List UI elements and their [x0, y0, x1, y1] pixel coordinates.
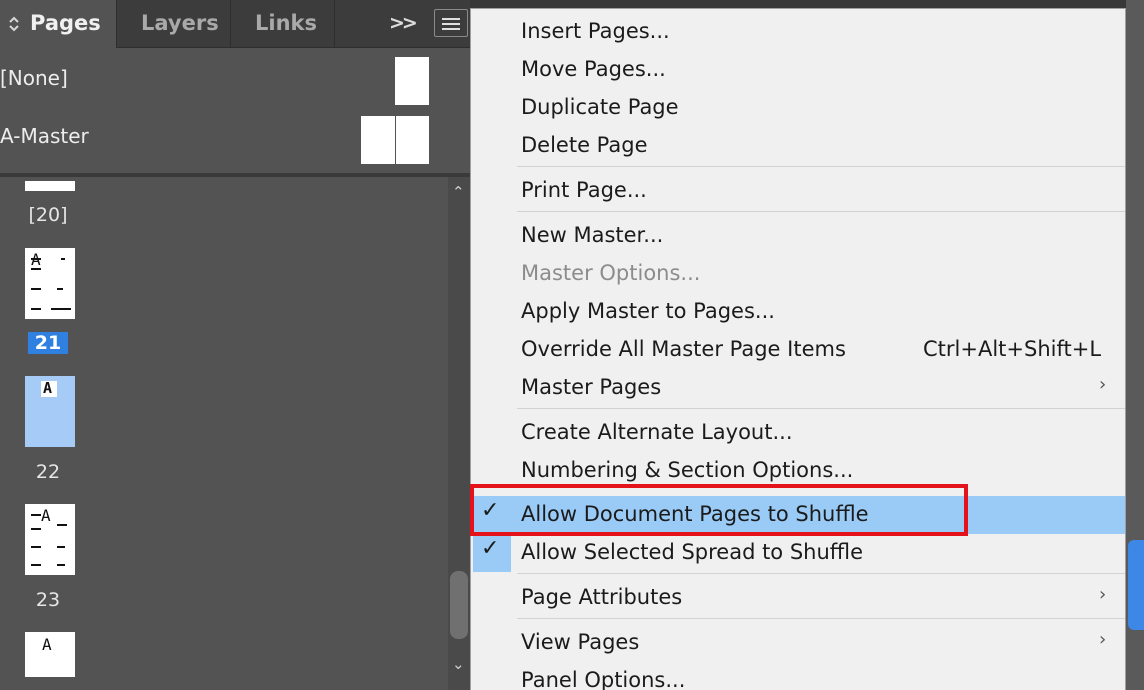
- master-a[interactable]: A-Master: [0, 124, 89, 154]
- menu-item-label: New Master...: [521, 223, 664, 247]
- page-thumbnail-20[interactable]: [25, 181, 75, 191]
- tab-pages[interactable]: Pages: [0, 0, 116, 49]
- collapse-arrows-icon[interactable]: [8, 14, 20, 34]
- menu-item-label: Numbering & Section Options...: [521, 458, 854, 482]
- menu-item-label: Duplicate Page: [521, 95, 679, 119]
- menu-item-move-pages[interactable]: Move Pages...: [471, 51, 1125, 89]
- menu-item-label: View Pages: [521, 630, 640, 654]
- menu-item-panel-options[interactable]: Panel Options...: [471, 662, 1125, 690]
- master-a-label: A-Master: [0, 124, 89, 148]
- menu-item-new-master[interactable]: New Master...: [471, 217, 1125, 255]
- menu-item-page-attributes[interactable]: Page Attributes ›: [471, 579, 1125, 617]
- menu-separator: [517, 166, 1125, 167]
- scroll-down-icon[interactable]: ⌄: [452, 655, 465, 673]
- page-23-master-letter: A: [41, 506, 51, 525]
- pages-panel: Pages Layers Links >> [None] A-Master [2…: [0, 0, 470, 690]
- page-label-21-selected: 21: [28, 332, 68, 354]
- menu-separator: [517, 408, 1125, 409]
- menu-item-label: Move Pages...: [521, 57, 666, 81]
- pages-scrollbar[interactable]: ⌃ ⌄: [448, 177, 470, 690]
- tab-layers[interactable]: Layers: [116, 0, 230, 48]
- master-a-left-thumbnail[interactable]: [361, 116, 395, 164]
- menu-item-label: Print Page...: [521, 178, 647, 202]
- menu-item-label: Master Pages: [521, 375, 662, 399]
- menu-item-label: Create Alternate Layout...: [521, 420, 793, 444]
- menu-item-override-master-items[interactable]: Override All Master Page Items Ctrl+Alt+…: [471, 331, 1125, 369]
- master-none-thumbnail[interactable]: [395, 57, 429, 105]
- scroll-up-icon[interactable]: ⌃: [452, 183, 465, 201]
- menu-item-master-pages[interactable]: Master Pages ›: [471, 369, 1125, 407]
- scroll-thumb[interactable]: [450, 571, 468, 639]
- page-thumbnail-24[interactable]: A: [25, 632, 75, 677]
- page-label-22: 22: [35, 461, 61, 483]
- menu-item-apply-master[interactable]: Apply Master to Pages...: [471, 293, 1125, 331]
- menu-item-create-alternate-layout[interactable]: Create Alternate Layout...: [471, 414, 1125, 452]
- overflow-chevrons-icon[interactable]: >>: [389, 12, 418, 34]
- checkmark-icon: ✓: [481, 536, 500, 561]
- master-none[interactable]: [None]: [0, 66, 68, 96]
- master-none-label: [None]: [0, 66, 68, 90]
- masters-section: [None] A-Master: [0, 49, 470, 173]
- menu-separator: [517, 618, 1125, 619]
- menu-separator: [517, 211, 1125, 212]
- menu-item-label: Insert Pages...: [521, 19, 670, 43]
- tab-pages-label: Pages: [30, 11, 101, 35]
- highlight-annotation-box: [470, 484, 968, 536]
- pages-list: [20] A 21 A 22 A: [0, 177, 448, 690]
- menu-item-label: Page Attributes: [521, 585, 683, 609]
- submenu-arrow-icon: ›: [1099, 374, 1107, 395]
- menu-item-label: Apply Master to Pages...: [521, 299, 775, 323]
- page-22-master-letter: A: [43, 379, 53, 397]
- menu-item-label: Master Options...: [521, 261, 701, 285]
- menu-separator: [517, 573, 1125, 574]
- menu-item-label: Override All Master Page Items: [521, 337, 846, 361]
- page-thumbnail-23[interactable]: A: [25, 504, 75, 575]
- master-a-right-thumbnail[interactable]: [396, 116, 429, 164]
- tab-separator: [334, 0, 335, 48]
- tab-links[interactable]: Links: [230, 0, 334, 48]
- submenu-arrow-icon: ›: [1099, 629, 1107, 650]
- menu-item-label: Allow Selected Spread to Shuffle: [521, 540, 863, 564]
- page-24-master-letter: A: [42, 635, 52, 654]
- app-root: Pages Layers Links >> [None] A-Master [2…: [0, 0, 1144, 690]
- background-blue-tab: [1128, 540, 1144, 630]
- page-thumbnail-22[interactable]: A: [25, 376, 75, 447]
- submenu-arrow-icon: ›: [1099, 584, 1107, 605]
- menu-item-label: Panel Options...: [521, 668, 686, 690]
- menu-item-shortcut: Ctrl+Alt+Shift+L: [923, 337, 1102, 361]
- menu-item-duplicate-page[interactable]: Duplicate Page: [471, 89, 1125, 127]
- menu-item-label: Delete Page: [521, 133, 648, 157]
- menu-item-allow-selected-spread-shuffle[interactable]: ✓ Allow Selected Spread to Shuffle: [471, 534, 1125, 572]
- page-label-20: [20]: [28, 204, 68, 226]
- panel-context-menu: Insert Pages... Move Pages... Duplicate …: [470, 8, 1126, 690]
- page-thumbnail-21[interactable]: A: [25, 248, 75, 319]
- page-label-23: 23: [35, 589, 61, 611]
- menu-item-insert-pages[interactable]: Insert Pages...: [471, 13, 1125, 51]
- menu-item-master-options: Master Options...: [471, 255, 1125, 293]
- menu-item-print-page[interactable]: Print Page...: [471, 172, 1125, 210]
- tab-layers-label: Layers: [141, 11, 219, 35]
- menu-item-view-pages[interactable]: View Pages ›: [471, 624, 1125, 662]
- menu-item-delete-page[interactable]: Delete Page: [471, 127, 1125, 165]
- tab-links-label: Links: [255, 11, 317, 35]
- panel-menu-icon[interactable]: [434, 9, 468, 37]
- panel-tabbar: Pages Layers Links >>: [0, 0, 470, 49]
